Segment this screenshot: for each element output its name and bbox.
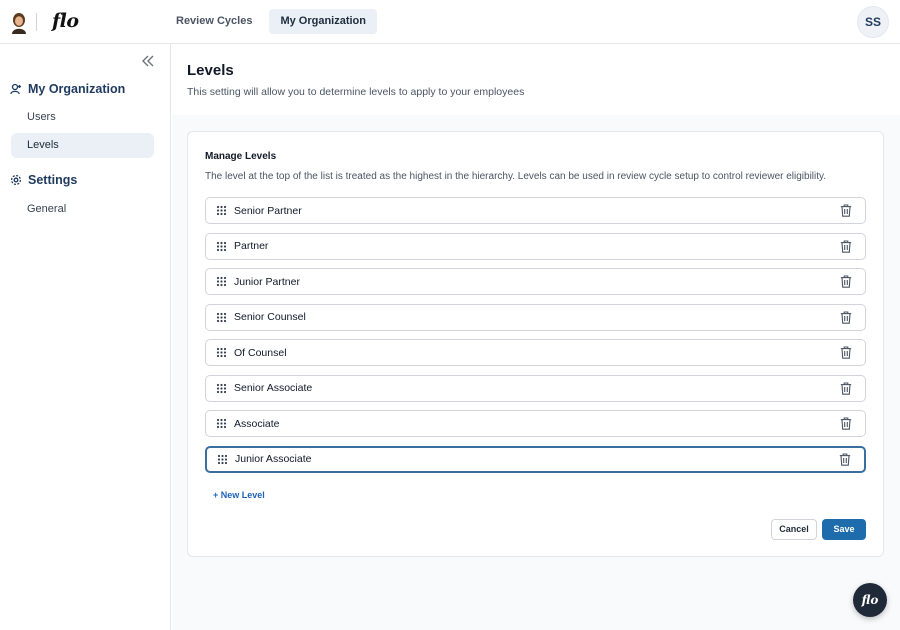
- page-title: Levels: [187, 62, 234, 79]
- drag-handle-icon[interactable]: [216, 276, 227, 287]
- level-row: [205, 268, 866, 295]
- level-list: [205, 197, 866, 481]
- brand-logo[interactable]: flo: [52, 10, 79, 32]
- top-bar: flo Review Cycles My Organization SS: [0, 0, 900, 44]
- trash-icon[interactable]: [840, 275, 852, 288]
- level-row: [205, 197, 866, 224]
- sidebar-section-settings[interactable]: Settings: [10, 173, 77, 187]
- cancel-button[interactable]: Cancel: [771, 519, 817, 540]
- sidebar-section-my-organization[interactable]: My Organization: [10, 82, 125, 96]
- level-name-input[interactable]: [234, 340, 840, 365]
- level-name-input[interactable]: [235, 447, 839, 471]
- gear-icon: [10, 174, 22, 186]
- sidebar-item-general[interactable]: General: [11, 197, 154, 222]
- sidebar-item-users[interactable]: Users: [11, 105, 154, 130]
- save-button[interactable]: Save: [822, 519, 866, 540]
- user-icon: [10, 83, 21, 95]
- sidebar: My Organization Users Levels Settings Ge…: [0, 44, 171, 630]
- card-description: The level at the top of the list is trea…: [205, 171, 827, 182]
- page-header: Levels This setting will allow you to de…: [172, 44, 900, 115]
- sidebar-item-levels[interactable]: Levels: [11, 133, 154, 158]
- new-level-link[interactable]: + New Level: [213, 490, 265, 500]
- sidebar-section-label: Settings: [28, 173, 78, 187]
- tab-review-cycles[interactable]: Review Cycles: [165, 9, 263, 34]
- level-row: [205, 410, 866, 437]
- top-nav: Review Cycles My Organization: [165, 9, 377, 34]
- brand-divider: [36, 13, 37, 31]
- trash-icon[interactable]: [840, 239, 852, 253]
- level-name-input[interactable]: [234, 269, 840, 294]
- manage-levels-card: Manage Levels The level at the top of th…: [187, 131, 884, 557]
- level-name-input[interactable]: [234, 233, 840, 259]
- tab-my-organization[interactable]: My Organization: [269, 9, 377, 34]
- drag-handle-icon[interactable]: [216, 241, 227, 252]
- level-row: [205, 303, 866, 331]
- level-row: [205, 232, 866, 260]
- avatar-logo-icon[interactable]: [10, 12, 28, 34]
- drag-handle-icon[interactable]: [216, 347, 227, 358]
- level-name-input[interactable]: [234, 198, 840, 223]
- sidebar-section-label: My Organization: [28, 82, 126, 96]
- user-avatar[interactable]: SS: [857, 6, 889, 38]
- chat-launcher-button[interactable]: flo: [853, 583, 887, 617]
- level-name-input[interactable]: [234, 304, 840, 330]
- page-subtitle: This setting will allow you to determine…: [187, 86, 525, 98]
- collapse-sidebar-icon[interactable]: [140, 54, 156, 68]
- trash-icon[interactable]: [840, 204, 852, 217]
- level-row: [205, 445, 866, 473]
- trash-icon[interactable]: [839, 452, 851, 466]
- trash-icon[interactable]: [840, 417, 852, 430]
- level-name-input[interactable]: [234, 375, 840, 401]
- drag-handle-icon[interactable]: [216, 312, 227, 323]
- trash-icon[interactable]: [840, 310, 852, 324]
- trash-icon[interactable]: [840, 346, 852, 359]
- trash-icon[interactable]: [840, 381, 852, 395]
- drag-handle-icon[interactable]: [216, 205, 227, 216]
- level-row: [205, 339, 866, 366]
- level-name-input[interactable]: [234, 411, 840, 436]
- card-title: Manage Levels: [205, 151, 277, 162]
- drag-handle-icon[interactable]: [216, 383, 227, 394]
- drag-handle-icon[interactable]: [216, 418, 227, 429]
- main-content: Levels This setting will allow you to de…: [172, 44, 900, 630]
- drag-handle-icon[interactable]: [217, 454, 228, 465]
- level-row: [205, 374, 866, 402]
